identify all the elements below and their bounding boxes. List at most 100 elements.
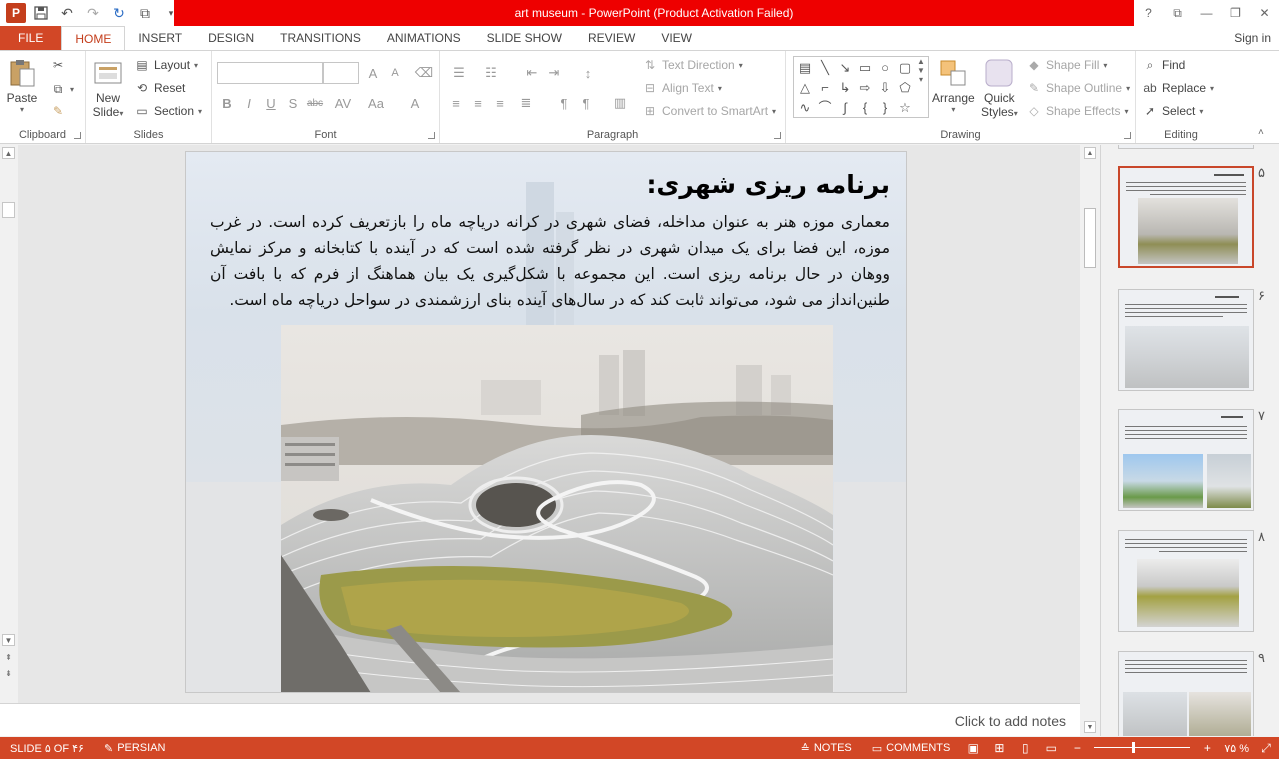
cut-icon[interactable]: ✂ bbox=[50, 57, 66, 73]
freeform-shape-icon[interactable]: ∿ bbox=[796, 99, 814, 117]
curved-arrow-shape-icon[interactable]: ↳ bbox=[836, 79, 854, 97]
drawing-launcher-icon[interactable] bbox=[1124, 132, 1131, 139]
numbering-icon[interactable]: ☷ bbox=[478, 63, 504, 83]
shapes-gallery[interactable]: ▤ ╲ ↘ ▭ ○ ▢ △ ⌐ ↳ ⇨ ⇩ ⬠ ∿ ⌒ ∫ { } ☆ bbox=[793, 56, 929, 118]
previous-slide-icon[interactable]: ⇞ bbox=[2, 651, 15, 663]
textbox-shape-icon[interactable]: ▤ bbox=[796, 59, 814, 77]
reading-view-icon[interactable]: ▯ bbox=[1012, 737, 1038, 759]
tab-animations[interactable]: ANIMATIONS bbox=[374, 26, 474, 50]
undo-icon[interactable]: ↶ bbox=[56, 2, 78, 24]
slide-body-text[interactable]: معماری موزه هنر به عنوان مداخله، فضای شه… bbox=[210, 209, 890, 313]
zoom-slider[interactable] bbox=[1094, 737, 1191, 759]
underline-icon[interactable]: U bbox=[261, 93, 281, 113]
clear-formatting-icon[interactable]: ⌫ bbox=[414, 63, 434, 83]
shape-effects-button[interactable]: ◇ Shape Effects ▾ bbox=[1026, 103, 1128, 119]
align-text-button[interactable]: ⊟ Align Text ▾ bbox=[642, 80, 722, 96]
slideshow-view-icon[interactable]: ▭ bbox=[1038, 737, 1064, 759]
layout-button[interactable]: ▤ Layout ▾ bbox=[134, 57, 198, 73]
zoom-level[interactable]: ۷۵ % bbox=[1220, 742, 1253, 755]
zoom-slider-knob[interactable] bbox=[1131, 742, 1135, 753]
slide-thumbnail-6[interactable] bbox=[1118, 289, 1254, 391]
zoom-out-icon[interactable]: − bbox=[1064, 737, 1090, 759]
left-scroll-thumb[interactable] bbox=[2, 202, 15, 218]
quick-styles-button[interactable]: Quick Styles▾ bbox=[981, 57, 1018, 119]
repeat-icon[interactable]: ↻ bbox=[108, 2, 130, 24]
notes-pane[interactable]: Click to add notes bbox=[0, 703, 1080, 736]
increase-indent-icon[interactable]: ⇥ bbox=[544, 63, 564, 83]
slide-thumbnail-5[interactable] bbox=[1118, 166, 1254, 268]
ribbon-display-options-icon[interactable]: ⧉ bbox=[1163, 0, 1192, 26]
line-shape-icon[interactable]: ╲ bbox=[816, 59, 834, 77]
shape-outline-button[interactable]: ✎ Shape Outline ▾ bbox=[1026, 80, 1130, 96]
columns-icon[interactable]: ▥ bbox=[606, 93, 634, 113]
canvas-vertical-scrollbar[interactable]: ▲ ▼ bbox=[1081, 145, 1099, 735]
collapse-ribbon-icon[interactable]: ˄ bbox=[1258, 127, 1264, 138]
elbow-connector-shape-icon[interactable]: ⌐ bbox=[816, 79, 834, 97]
text-direction-button[interactable]: ⇅ Text Direction ▾ bbox=[642, 57, 743, 73]
start-slideshow-icon[interactable]: ⧉ bbox=[134, 2, 156, 24]
shapes-gallery-scroll[interactable]: ▲ ▼ ▾ bbox=[917, 57, 925, 84]
save-icon[interactable] bbox=[30, 2, 52, 24]
convert-smartart-button[interactable]: ⊞ Convert to SmartArt ▾ bbox=[642, 103, 776, 119]
font-size-box[interactable] bbox=[323, 62, 359, 84]
curve-shape-icon[interactable]: ∫ bbox=[836, 99, 854, 117]
right-arrow-shape-icon[interactable]: ⇨ bbox=[856, 79, 874, 97]
slide-thumbnail[interactable] bbox=[1118, 145, 1254, 149]
star-shape-icon[interactable]: ☆ bbox=[896, 99, 914, 117]
notes-toggle[interactable]: ≙ NOTES bbox=[791, 742, 862, 755]
tab-home[interactable]: HOME bbox=[61, 26, 126, 51]
canvas-scroll-up-icon[interactable]: ▲ bbox=[1084, 147, 1096, 159]
arrow-line-shape-icon[interactable]: ↘ bbox=[836, 59, 854, 77]
triangle-shape-icon[interactable]: △ bbox=[796, 79, 814, 97]
rtl-icon[interactable]: ¶ bbox=[554, 93, 574, 113]
change-case-icon[interactable]: Aa bbox=[361, 93, 391, 113]
find-button[interactable]: ⌕ Find bbox=[1142, 57, 1186, 73]
museum-photo[interactable] bbox=[281, 325, 833, 692]
comments-toggle[interactable]: ▭ COMMENTS bbox=[862, 742, 961, 755]
redo-icon[interactable]: ↷ bbox=[82, 2, 104, 24]
justify-icon[interactable]: ≣ bbox=[512, 93, 540, 113]
slide-thumbnail-8[interactable] bbox=[1118, 530, 1254, 632]
down-arrow-shape-icon[interactable]: ⇩ bbox=[876, 79, 894, 97]
shadow-icon[interactable]: S bbox=[283, 93, 303, 113]
section-button[interactable]: ▭ Section ▾ bbox=[134, 103, 202, 119]
format-painter-icon[interactable]: ✎ bbox=[50, 103, 66, 119]
replace-button[interactable]: ab Replace ▾ bbox=[1142, 80, 1214, 96]
tab-insert[interactable]: INSERT bbox=[125, 26, 195, 50]
canvas-scroll-down-icon[interactable]: ▼ bbox=[1084, 721, 1096, 733]
left-brace-shape-icon[interactable]: { bbox=[856, 99, 874, 117]
align-left-icon[interactable]: ≡ bbox=[446, 93, 466, 113]
select-button[interactable]: ➚ Select ▾ bbox=[1142, 103, 1203, 119]
notes-placeholder[interactable]: Click to add notes bbox=[955, 713, 1066, 729]
new-slide-button[interactable]: New Slide▾ bbox=[92, 57, 124, 119]
canvas-scroll-thumb[interactable] bbox=[1084, 208, 1096, 268]
restore-icon[interactable]: ❐ bbox=[1221, 0, 1250, 26]
paste-button[interactable]: Paste ▾ bbox=[6, 57, 38, 114]
italic-icon[interactable]: I bbox=[239, 93, 259, 113]
tab-review[interactable]: REVIEW bbox=[575, 26, 648, 50]
slide-sorter-icon[interactable]: ⊞ bbox=[986, 737, 1012, 759]
bullets-icon[interactable]: ☰ bbox=[446, 63, 472, 83]
oval-shape-icon[interactable]: ○ bbox=[876, 59, 894, 77]
minimize-icon[interactable]: — bbox=[1192, 0, 1221, 26]
font-launcher-icon[interactable] bbox=[428, 132, 435, 139]
tab-file[interactable]: FILE bbox=[0, 26, 62, 50]
grow-font-icon[interactable]: A bbox=[363, 63, 383, 83]
arrange-button[interactable]: Arrange ▾ bbox=[932, 57, 975, 114]
bold-icon[interactable]: B bbox=[217, 93, 237, 113]
align-center-icon[interactable]: ≡ bbox=[468, 93, 488, 113]
slide-title[interactable]: برنامه ریزی شهری: bbox=[646, 170, 890, 199]
rounded-rect-shape-icon[interactable]: ▢ bbox=[896, 59, 914, 77]
shrink-font-icon[interactable]: A bbox=[385, 63, 405, 83]
font-name-box[interactable] bbox=[217, 62, 323, 84]
slide[interactable]: برنامه ریزی شهری: معماری موزه هنر به عنو… bbox=[185, 151, 907, 693]
next-slide-icon[interactable]: ⇟ bbox=[2, 667, 15, 679]
rectangle-shape-icon[interactable]: ▭ bbox=[856, 59, 874, 77]
help-icon[interactable]: ? bbox=[1134, 0, 1163, 26]
strikethrough-icon[interactable]: abc bbox=[305, 93, 325, 113]
zoom-in-icon[interactable]: + bbox=[1194, 737, 1220, 759]
paragraph-launcher-icon[interactable] bbox=[774, 132, 781, 139]
ltr-icon[interactable]: ¶ bbox=[576, 93, 596, 113]
pentagon-shape-icon[interactable]: ⬠ bbox=[896, 79, 914, 97]
tab-transitions[interactable]: TRANSITIONS bbox=[267, 26, 374, 50]
